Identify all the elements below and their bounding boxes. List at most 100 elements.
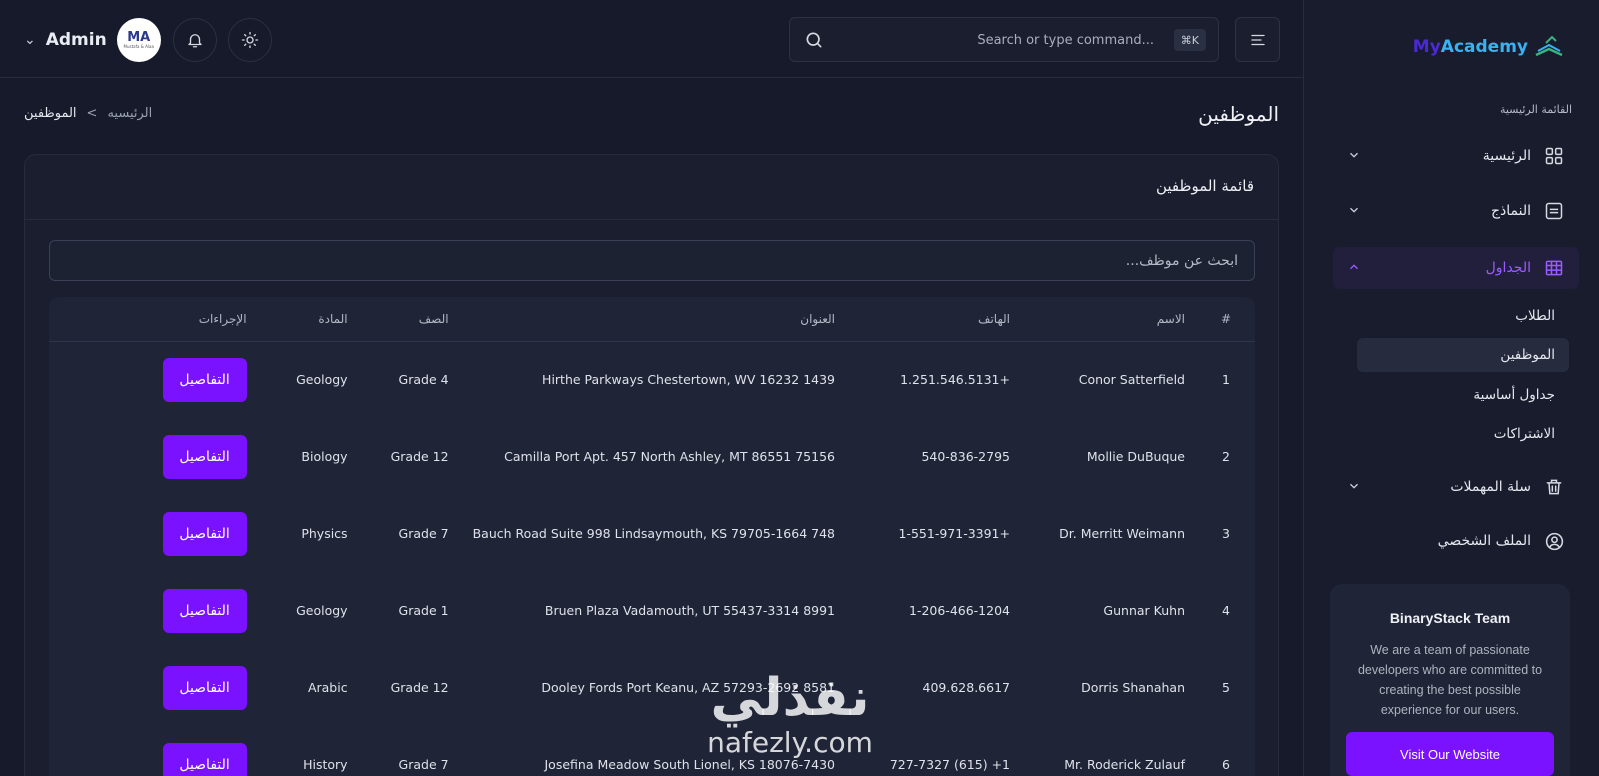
cell-name: Conor Satterfield — [1078, 372, 1185, 388]
global-search-input[interactable] — [836, 26, 1154, 54]
cell-grade: Grade 12 — [390, 680, 449, 695]
logo-academy: Academy — [1440, 37, 1528, 57]
cell-index: 2 — [1222, 449, 1230, 464]
user-menu[interactable]: ⌄ Admin MA Mustafa & Alaa — [24, 18, 161, 62]
trash-icon — [1543, 476, 1565, 498]
table-row: 3 Dr. Merritt Weimann +1-551-971-3391 74… — [49, 495, 1255, 572]
cell-actions: التفاصيل — [49, 726, 259, 776]
avatar-subtext: Mustafa & Alaa — [123, 44, 154, 49]
cell-grade: Grade 7 — [398, 526, 449, 541]
sun-icon — [241, 31, 259, 49]
cell-grade: Grade 12 — [390, 449, 449, 464]
cell-grade: Grade 4 — [398, 372, 449, 388]
header-index: # — [1197, 297, 1255, 342]
app-logo[interactable]: MyAcademy — [1413, 35, 1564, 59]
table-header-row: # الاسم الهاتف العنوان الصف المادة الإجر… — [49, 297, 1255, 342]
sidebar-item-label: الملف الشخصي — [1437, 533, 1531, 549]
employee-search[interactable] — [49, 240, 1255, 281]
cell-name: Dorris Shanahan — [1081, 680, 1185, 695]
table-row: 4 Gunnar Kuhn 1-206-466-1204 8991 Bruen … — [49, 572, 1255, 649]
sidebar-toggle-button[interactable] — [1235, 17, 1280, 62]
sidebar-item-home[interactable]: الرئيسية — [1333, 135, 1579, 177]
cell-subject: Geology — [296, 372, 348, 388]
sidebar-item-profile[interactable]: الملف الشخصي — [1333, 520, 1579, 562]
cell-index: 6 — [1222, 757, 1230, 772]
cell-actions: التفاصيل — [49, 418, 259, 495]
promo-card: BinaryStack Team We are a team of passio… — [1330, 584, 1570, 776]
theme-toggle-button[interactable] — [228, 18, 272, 62]
table-icon — [1543, 257, 1565, 279]
sidebar-item-label: الجداول — [1485, 260, 1531, 276]
details-button[interactable]: التفاصيل — [162, 357, 247, 402]
cell-actions: التفاصيل — [49, 649, 259, 726]
sidebar: MyAcademy القائمة الرئيسية الرئيسية النم… — [1303, 0, 1599, 776]
user-name: Admin — [45, 30, 107, 50]
cell-phone: 540-836-2795 — [921, 449, 1010, 464]
sidebar-item-label: النماذج — [1490, 203, 1531, 219]
chevron-down-icon — [1347, 148, 1361, 165]
sidebar-subitem-students[interactable]: الطلاب — [1501, 299, 1569, 333]
grid-icon — [1543, 145, 1565, 167]
sidebar-item-trash[interactable]: سلة المهملات — [1333, 466, 1579, 508]
breadcrumb-home[interactable]: الرئيسيه — [107, 106, 152, 121]
chevron-down-icon — [1347, 203, 1361, 220]
main-area: ⌄ Admin MA Mustafa & Alaa ⌘K الموظفين ال… — [0, 0, 1303, 776]
cell-address: 1439 Hirthe Parkways Chestertown, WV 162… — [542, 372, 835, 388]
breadcrumb: الموظفين < الرئيسيه — [24, 106, 152, 121]
cell-index: 5 — [1222, 680, 1230, 695]
user-circle-icon — [1543, 530, 1565, 552]
search-shortcut: ⌘K — [1173, 29, 1206, 51]
breadcrumb-current: الموظفين — [24, 106, 77, 121]
header-address: العنوان — [460, 297, 847, 342]
table-row: 6 Mr. Roderick Zulauf 1+ (615) 727-7327 … — [49, 726, 1255, 776]
cell-address: 8991 Bruen Plaza Vadamouth, UT 55437-331… — [544, 603, 835, 618]
cell-subject: Biology — [301, 449, 348, 464]
cell-index: 3 — [1222, 526, 1230, 541]
sidebar-subitem-employees[interactable]: الموظفين — [1357, 338, 1569, 372]
cell-address: 748 Bauch Road Suite 998 Lindsaymouth, K… — [472, 526, 835, 541]
cell-name: Mollie DuBuque — [1086, 449, 1185, 464]
cell-grade: Grade 1 — [398, 603, 449, 618]
employee-search-input[interactable] — [50, 241, 1254, 280]
visit-website-button[interactable]: Visit Our Website — [1346, 732, 1554, 776]
details-button[interactable]: التفاصيل — [162, 588, 247, 633]
sidebar-section-label: القائمة الرئيسية — [1499, 103, 1572, 116]
cell-address: 8581 Dooley Fords Port Keanu, AZ 57293-2… — [541, 680, 835, 695]
sidebar-item-label: سلة المهملات — [1450, 479, 1531, 495]
table-row: 5 Dorris Shanahan 409.628.6617 8581 Dool… — [49, 649, 1255, 726]
cell-name: Gunnar Kuhn — [1103, 603, 1185, 618]
global-search[interactable]: ⌘K — [789, 17, 1219, 62]
cell-actions: التفاصيل — [49, 341, 259, 418]
details-button[interactable]: التفاصيل — [162, 742, 247, 776]
details-button[interactable]: التفاصيل — [162, 665, 247, 710]
cell-subject: Geology — [296, 603, 348, 618]
employees-table: # الاسم الهاتف العنوان الصف المادة الإجر… — [49, 297, 1255, 776]
cell-grade: Grade 7 — [398, 757, 449, 772]
header-actions: الإجراءات — [49, 297, 259, 342]
details-button[interactable]: التفاصيل — [162, 434, 247, 479]
cell-name: Dr. Merritt Weimann — [1059, 526, 1185, 541]
cell-phone: 409.628.6617 — [922, 680, 1010, 695]
promo-text: We are a team of passionate developers w… — [1357, 643, 1543, 717]
form-icon — [1543, 200, 1565, 222]
header-subject: المادة — [258, 297, 360, 342]
cell-address: Josefina Meadow South Lionel, KS 18076-7… — [544, 757, 836, 772]
cell-subject: History — [303, 757, 348, 772]
header-phone: الهاتف — [847, 297, 1022, 342]
sidebar-subitem-basic-tables[interactable]: جداول أساسية — [1459, 378, 1569, 412]
card-title: قائمة الموظفين — [1155, 177, 1254, 195]
chevron-down-icon — [1347, 479, 1361, 496]
cell-phone: 1-206-466-1204 — [908, 603, 1010, 618]
page-title: الموظفين — [1198, 102, 1279, 126]
breadcrumb-separator: < — [86, 106, 98, 121]
sidebar-subitem-subscriptions[interactable]: الاشتراكات — [1480, 417, 1569, 451]
cell-index: 1 — [1222, 372, 1230, 388]
card-header: قائمة الموظفين — [25, 155, 1278, 220]
sidebar-item-tables[interactable]: الجداول — [1333, 247, 1579, 289]
avatar: MA Mustafa & Alaa — [116, 18, 161, 62]
notifications-button[interactable] — [173, 18, 217, 62]
cell-subject: Arabic — [307, 680, 348, 695]
sidebar-item-forms[interactable]: النماذج — [1333, 190, 1579, 232]
cell-phone: +1.251.546.5131 — [900, 372, 1010, 388]
details-button[interactable]: التفاصيل — [162, 511, 247, 556]
